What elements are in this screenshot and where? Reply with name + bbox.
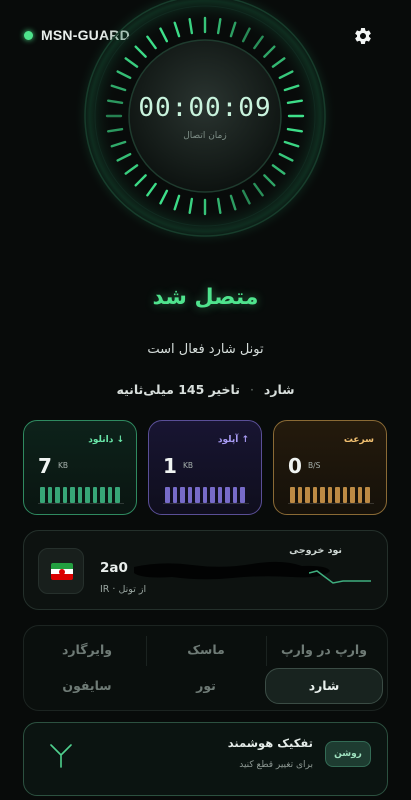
connection-status-subtitle: تونل شارد فعال است <box>147 342 264 357</box>
upload-unit: KB <box>183 461 194 470</box>
stat-bar <box>327 487 332 503</box>
protocol-mask[interactable]: ماسک <box>148 634 264 666</box>
stat-bar <box>305 487 310 503</box>
timer-label: زمان اتصال <box>183 131 227 141</box>
download-baseline <box>38 503 124 504</box>
stat-bar <box>100 487 105 503</box>
exit-node-card[interactable]: 2a0 از تونل · IR نود خروجی <box>23 530 388 610</box>
stat-bar <box>172 487 177 503</box>
gear-icon[interactable] <box>353 26 373 46</box>
redaction-mark <box>134 561 330 580</box>
latency: تاخیر 145 میلی‌ثانیه <box>116 382 240 397</box>
speed-bars <box>290 487 370 503</box>
smart-split-title: تفکیک هوشمند <box>227 736 313 750</box>
download-unit: KB <box>58 461 69 470</box>
stat-bar <box>62 487 67 503</box>
speed-baseline <box>288 503 374 504</box>
download-stat-card: ↓ دانلود 7 KB <box>23 420 137 515</box>
protocol-divider <box>266 636 267 666</box>
download-bars <box>40 487 120 503</box>
upload-bars <box>165 487 245 503</box>
stat-bar <box>55 487 60 503</box>
iran-flag <box>38 548 84 594</box>
exit-node-label: نود خروجی <box>289 545 342 556</box>
stat-bar <box>47 487 52 503</box>
smart-split-description: برای تغییر قطع کنید <box>239 760 313 770</box>
protocol-divider <box>146 636 147 666</box>
stat-bar <box>202 487 207 503</box>
stat-bar <box>335 487 340 503</box>
active-protocol: شارد <box>263 382 295 397</box>
stat-bar <box>320 487 325 503</box>
stat-bar <box>187 487 192 503</box>
stat-bar <box>107 487 112 503</box>
download-value: 7 <box>38 454 52 478</box>
stat-bar <box>312 487 317 503</box>
stat-bar <box>225 487 230 503</box>
stat-bar <box>85 487 90 503</box>
stat-bar <box>165 487 170 503</box>
smart-split-toggle[interactable]: روشن <box>325 741 371 767</box>
stat-bar <box>357 487 362 503</box>
ring-graphic <box>74 0 336 247</box>
protocol-warp-in-warp[interactable]: وارپ در وارپ <box>268 634 380 666</box>
speed-unit: B/S <box>308 461 321 470</box>
protocol-shard[interactable]: شارد <box>265 668 383 704</box>
stat-bar <box>180 487 185 503</box>
stat-bar <box>290 487 295 503</box>
upload-stat-card: ↑ آپلود 1 KB <box>148 420 262 515</box>
connection-timer: 00:00:09 <box>138 93 272 123</box>
fork-icon <box>50 744 72 768</box>
stat-bar <box>350 487 355 503</box>
protocol-psiphon[interactable]: سایفون <box>30 670 144 702</box>
smart-split-card: تفکیک هوشمند برای تغییر قطع کنید روشن <box>23 722 388 796</box>
stat-bar <box>217 487 222 503</box>
meta-separator: · <box>249 382 254 397</box>
upload-baseline <box>163 503 249 504</box>
speed-stat-card: سرعت 0 B/S <box>273 420 387 515</box>
exit-node-source: از تونل · IR <box>100 584 147 595</box>
connection-status-dot <box>24 30 33 40</box>
stat-bar <box>195 487 200 503</box>
stat-bar <box>70 487 75 503</box>
connection-meta: شارد · تاخیر 145 میلی‌ثانیه <box>0 382 411 397</box>
connection-timer-ring: 00:00:09 زمان اتصال <box>73 0 337 250</box>
protocol-wireguard[interactable]: وایرگارد <box>30 634 144 666</box>
upload-value: 1 <box>163 454 177 478</box>
stat-bar <box>297 487 302 503</box>
download-label: ↓ دانلود <box>88 435 124 445</box>
protocol-selector: وارپ در وارپ ماسک وایرگارد شارد تور سایف… <box>23 625 388 711</box>
connection-status-title: متصل شد <box>152 285 259 310</box>
upload-label: ↑ آپلود <box>217 435 249 445</box>
stat-bar <box>365 487 370 503</box>
stat-bar <box>40 487 45 503</box>
stat-bar <box>77 487 82 503</box>
stat-bar <box>210 487 215 503</box>
speed-value: 0 <box>288 454 302 478</box>
stat-bar <box>92 487 97 503</box>
latency-sparkline <box>309 570 371 584</box>
protocol-tor[interactable]: تور <box>148 670 264 702</box>
stat-bar <box>342 487 347 503</box>
stat-bar <box>115 487 120 503</box>
speed-label: سرعت <box>343 435 374 445</box>
exit-node-address: 2a0 <box>100 560 128 576</box>
stat-bar <box>232 487 237 503</box>
stat-bar <box>240 487 245 503</box>
